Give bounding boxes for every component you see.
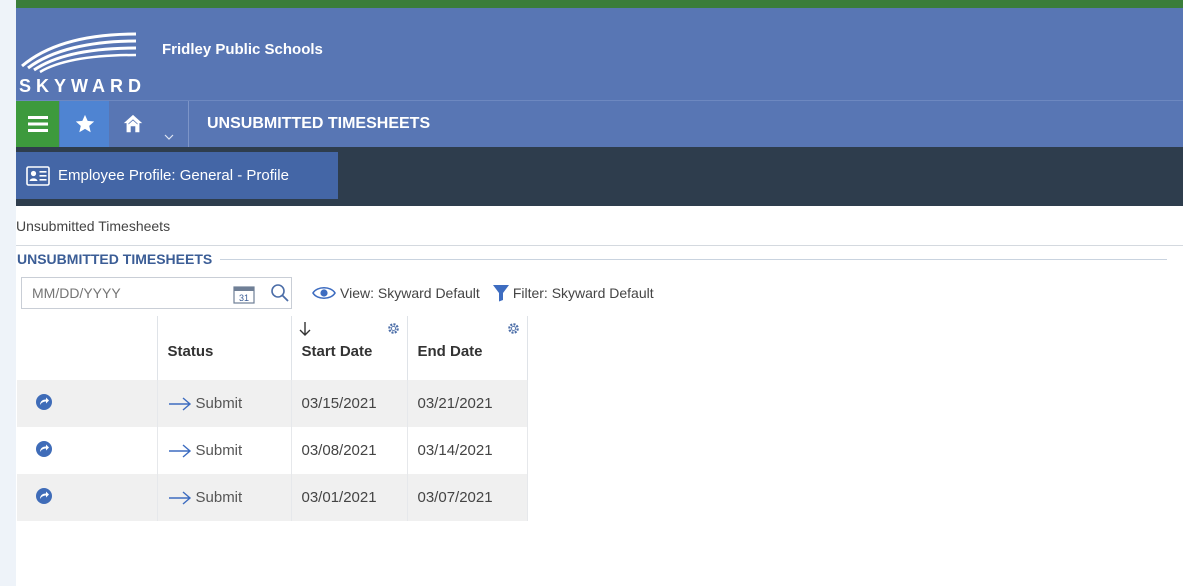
filter-selector[interactable]: Filter: Skyward Default bbox=[492, 284, 654, 302]
submit-label: Submit bbox=[195, 489, 243, 506]
id-card-icon bbox=[26, 165, 50, 186]
skyward-logo[interactable]: SKYWARD bbox=[18, 26, 148, 96]
circle-arrow-icon[interactable] bbox=[35, 393, 53, 415]
funnel-icon bbox=[492, 284, 510, 302]
filter-label: Filter: Skyward Default bbox=[512, 285, 654, 301]
column-header-end-date[interactable]: End Date bbox=[407, 316, 528, 380]
gear-icon[interactable] bbox=[387, 322, 400, 339]
end-date-cell: 03/07/2021 bbox=[407, 474, 528, 521]
right-arrow-icon bbox=[168, 490, 192, 505]
timesheets-panel: UNSUBMITTED TIMESHEETS 31 bbox=[8, 248, 1167, 586]
star-icon bbox=[75, 114, 94, 133]
submit-label: Submit bbox=[195, 442, 243, 459]
grid-toolbar: 31 View: Skyward Default bbox=[8, 270, 1167, 316]
end-date-cell: 03/14/2021 bbox=[407, 427, 528, 474]
calendar-icon[interactable]: 31 bbox=[233, 284, 255, 309]
table-row: Submit 03/08/2021 03/14/2021 bbox=[17, 427, 528, 474]
district-name: Fridley Public Schools bbox=[162, 41, 323, 58]
hamburger-icon bbox=[27, 116, 48, 132]
start-date-cell: 03/08/2021 bbox=[291, 427, 408, 474]
tab-employee-profile[interactable]: Employee Profile: General - Profile bbox=[16, 152, 338, 199]
submit-link[interactable]: Submit bbox=[168, 395, 291, 412]
top-accent-line bbox=[16, 0, 1183, 8]
search-icon[interactable] bbox=[270, 283, 290, 308]
favorites-button[interactable] bbox=[60, 101, 109, 147]
table-row: Submit 03/01/2021 03/07/2021 bbox=[17, 474, 528, 521]
page-title: UNSUBMITTED TIMESHEETS bbox=[207, 115, 431, 132]
timesheets-table: Status Start Date End Date Submit 03/15/… bbox=[17, 316, 528, 521]
section-divider bbox=[220, 258, 1167, 260]
chevron-down-icon[interactable] bbox=[164, 134, 174, 140]
date-input[interactable] bbox=[32, 285, 182, 301]
main-navbar: UNSUBMITTED TIMESHEETS bbox=[16, 100, 1183, 147]
start-date-cell: 03/01/2021 bbox=[291, 474, 408, 521]
gear-icon[interactable] bbox=[507, 322, 520, 339]
column-header-label: Status bbox=[167, 343, 214, 360]
right-arrow-icon bbox=[168, 396, 192, 411]
section-header: UNSUBMITTED TIMESHEETS bbox=[8, 248, 1167, 270]
sort-down-icon bbox=[299, 321, 311, 341]
home-button[interactable] bbox=[110, 101, 189, 147]
end-date-cell: 03/21/2021 bbox=[407, 380, 528, 427]
row-action-cell bbox=[17, 474, 158, 521]
logo-text: SKYWARD bbox=[19, 76, 146, 96]
menu-button[interactable] bbox=[16, 101, 59, 147]
tab-bar: Employee Profile: General - Profile bbox=[16, 147, 1183, 206]
row-action-cell bbox=[17, 427, 158, 474]
status-cell: Submit bbox=[157, 474, 292, 521]
column-header-label: Start Date bbox=[301, 343, 373, 360]
date-field-wrapper: 31 bbox=[21, 277, 292, 309]
home-icon bbox=[123, 114, 143, 133]
right-arrow-icon bbox=[168, 443, 192, 458]
tab-label: Employee Profile: General - Profile bbox=[58, 167, 289, 184]
svg-text:31: 31 bbox=[239, 293, 249, 303]
circle-arrow-icon[interactable] bbox=[35, 487, 53, 509]
row-action-cell bbox=[17, 380, 158, 427]
circle-arrow-icon[interactable] bbox=[35, 440, 53, 462]
column-header-actions bbox=[17, 316, 158, 380]
status-cell: Submit bbox=[157, 380, 292, 427]
start-date-cell: 03/15/2021 bbox=[291, 380, 408, 427]
view-label: View: Skyward Default bbox=[340, 285, 480, 301]
submit-link[interactable]: Submit bbox=[168, 489, 291, 506]
column-header-start-date[interactable]: Start Date bbox=[291, 316, 408, 380]
table-row: Submit 03/15/2021 03/21/2021 bbox=[17, 380, 528, 427]
column-header-status[interactable]: Status bbox=[157, 316, 292, 380]
submit-label: Submit bbox=[195, 395, 243, 412]
table-header-row: Status Start Date End Date bbox=[17, 316, 528, 380]
app-header: SKYWARD Fridley Public Schools bbox=[16, 8, 1183, 100]
view-selector[interactable]: View: Skyward Default bbox=[312, 285, 480, 301]
eye-icon bbox=[312, 285, 336, 301]
column-header-label: End Date bbox=[417, 343, 483, 360]
status-cell: Submit bbox=[157, 427, 292, 474]
section-title: UNSUBMITTED TIMESHEETS bbox=[17, 251, 213, 267]
submit-link[interactable]: Submit bbox=[168, 442, 291, 459]
breadcrumb: Unsubmitted Timesheets bbox=[16, 206, 1183, 246]
